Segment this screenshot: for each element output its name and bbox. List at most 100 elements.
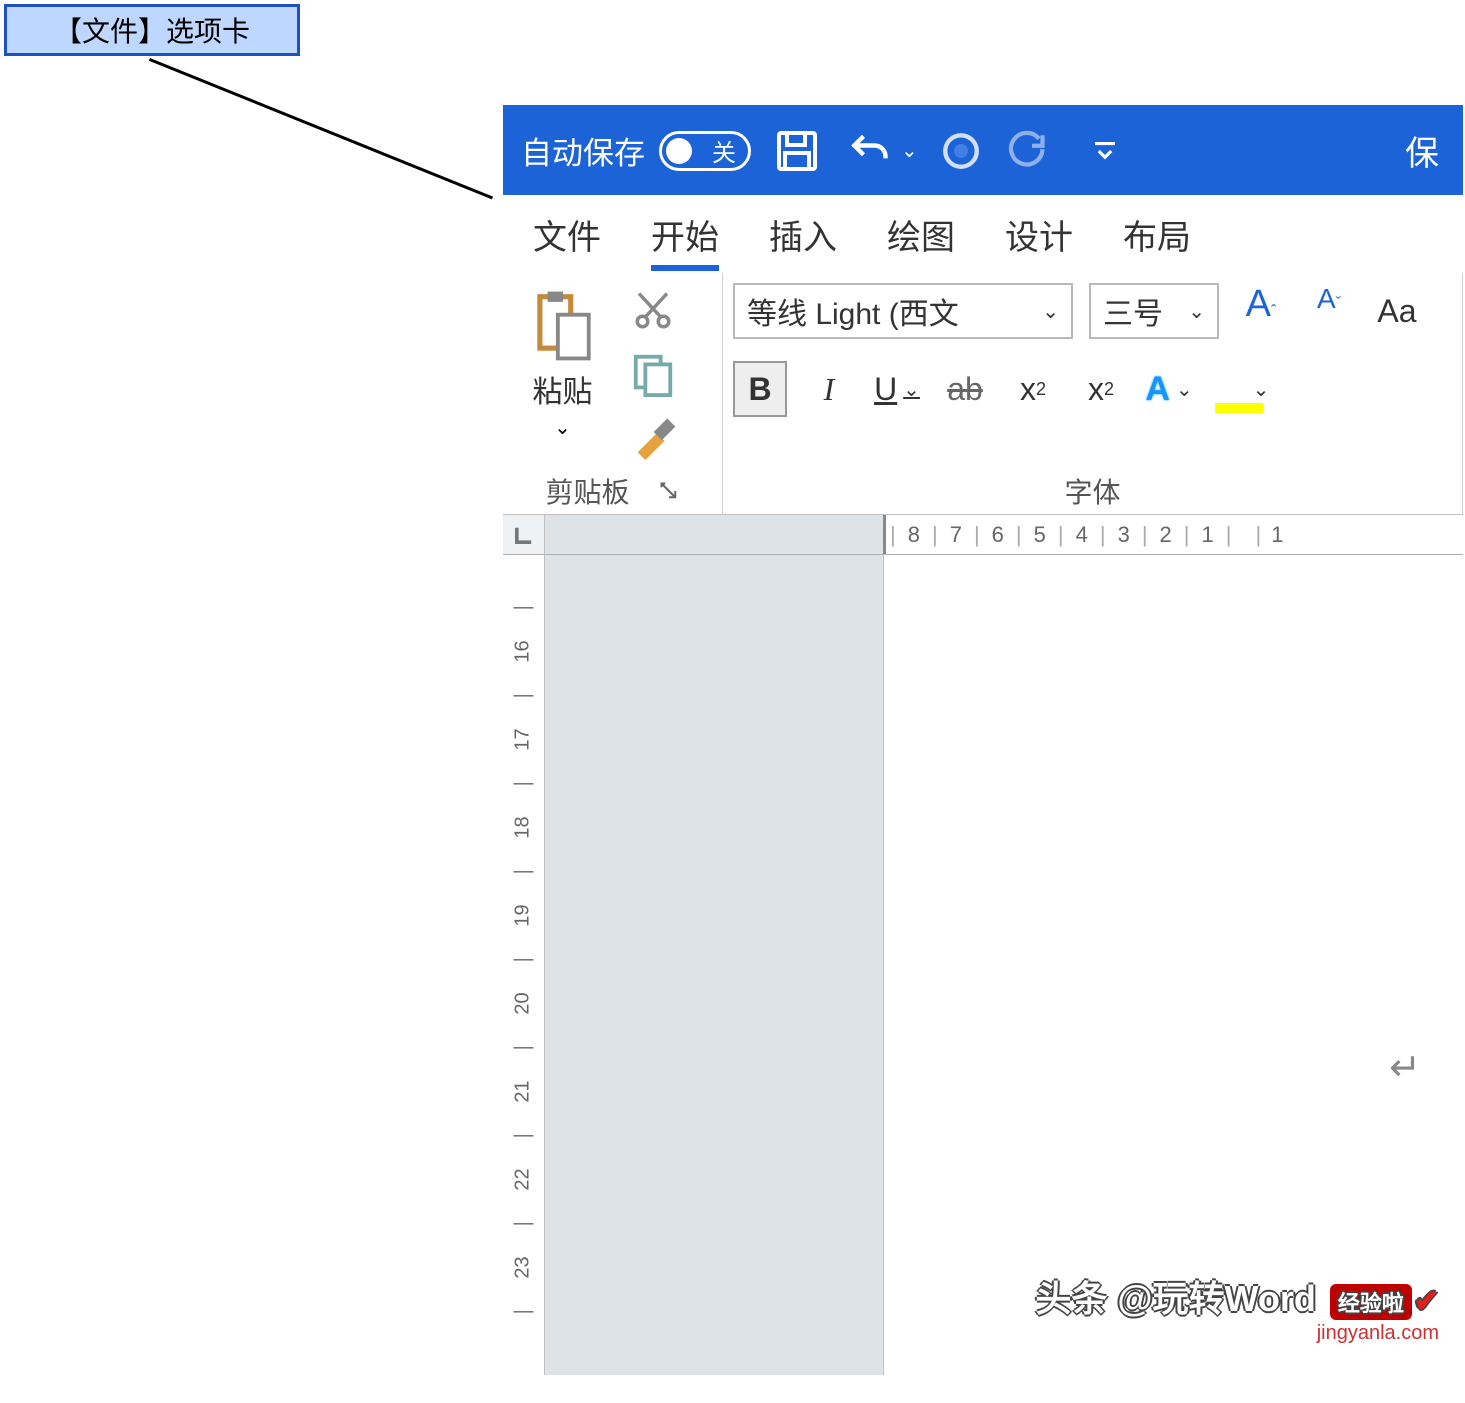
ruler-mark: 2 — [1160, 522, 1172, 548]
chevron-down-icon[interactable]: ⌄ — [1188, 299, 1205, 324]
shrink-a-label: A — [1317, 283, 1336, 315]
tab-label: 文件 — [533, 219, 601, 257]
paintbrush-icon — [630, 413, 676, 461]
ruler-mark: 5 — [1034, 522, 1046, 548]
ruler-corner[interactable] — [503, 515, 545, 554]
text-effects-button[interactable]: A ⌄ — [1143, 361, 1195, 417]
strikethrough-button[interactable]: ab — [939, 361, 991, 417]
chevron-down-icon[interactable]: ⌄ — [1253, 377, 1270, 402]
ruler-mark: 4 — [1076, 522, 1088, 548]
watermark: 头条 @玩转Word 经验啦✔ jingyanla.com — [1035, 1270, 1439, 1345]
ruler-mark: 8 — [908, 522, 920, 548]
tab-label: 开始 — [651, 219, 719, 257]
tab-insert[interactable]: 插入 — [769, 194, 837, 275]
subscript-x: x — [1020, 371, 1036, 408]
chevron-down-icon[interactable]: ⌄ — [903, 377, 920, 402]
grow-a-label: A — [1246, 283, 1271, 326]
ruler-mark: 1 — [1271, 522, 1283, 548]
dialog-launcher-icon[interactable] — [658, 480, 680, 502]
undo-button[interactable]: ⌄ — [843, 121, 918, 181]
highlight-button[interactable]: ⌄ — [1211, 361, 1269, 417]
change-case-button[interactable]: Aa — [1371, 283, 1423, 339]
cut-button[interactable] — [632, 287, 674, 340]
subscript-button[interactable]: x2 — [1007, 361, 1059, 417]
horizontal-ruler-area: | 8 | 7 | 6 | 5 | 4 | 3 | 2 | 1 | |1 — [503, 515, 1463, 555]
scissors-icon — [632, 287, 674, 335]
ruler-mark: 17 — [512, 728, 535, 750]
document-page[interactable]: ↵ — [883, 555, 1463, 1375]
font-name-value: 等线 Light (西文 — [747, 289, 959, 333]
document-area: — 16 — 17 — 18 — 19 — 20 — 21 — 22 — 23 … — [503, 555, 1463, 1375]
ruler-mark: 16 — [512, 640, 535, 662]
case-a-label: Aa — [1377, 293, 1416, 330]
ruler-mark: 3 — [1118, 522, 1130, 548]
callout-leader-line — [149, 58, 493, 199]
autosave-state: 关 — [712, 133, 736, 168]
title-right-label: 保 — [1405, 135, 1439, 173]
tab-label: 布局 — [1123, 219, 1191, 257]
autosave-label: 自动保存 — [521, 128, 645, 173]
shrink-font-button[interactable]: Aˇ — [1303, 283, 1355, 339]
vertical-ruler[interactable]: — 16 — 17 — 18 — 19 — 20 — 21 — 22 — 23 … — [503, 555, 545, 1375]
clipboard-group: 粘贴 ⌄ 剪贴板 — [503, 273, 723, 514]
format-painter-button[interactable] — [630, 413, 676, 466]
ruler-mark: 1 — [1202, 522, 1214, 548]
save-button[interactable] — [773, 121, 821, 181]
ribbon: 粘贴 ⌄ 剪贴板 — [503, 273, 1463, 515]
word-window: 自动保存 关 ⌄ 保 文件 开始 插入 绘图 设计 — [503, 105, 1463, 1375]
page-gutter — [545, 555, 883, 1375]
bold-label: B — [748, 371, 771, 408]
underline-button[interactable]: U ⌄ — [871, 361, 923, 417]
tab-file[interactable]: 文件 — [533, 194, 601, 275]
italic-button[interactable]: I — [803, 361, 855, 417]
strike-label: ab — [947, 371, 983, 408]
copy-icon — [630, 350, 676, 398]
ruler-mark: 22 — [512, 1168, 535, 1190]
callout-label: 【文件】选项卡 — [54, 10, 250, 50]
grow-font-button[interactable]: Aˆ — [1235, 283, 1287, 339]
bold-button[interactable]: B — [733, 361, 787, 417]
record-button[interactable] — [940, 121, 982, 181]
callout-file-tab: 【文件】选项卡 — [4, 4, 300, 56]
qat-customize-button[interactable] — [1090, 121, 1120, 181]
font-group: 等线 Light (西文 ⌄ 三号 ⌄ Aˆ Aˇ — [723, 273, 1463, 514]
ruler-mark: 6 — [992, 522, 1004, 548]
copy-button[interactable] — [630, 350, 676, 403]
superscript-2: 2 — [1104, 379, 1114, 400]
ruler-mark: 7 — [950, 522, 962, 548]
horizontal-ruler[interactable]: | 8 | 7 | 6 | 5 | 4 | 3 | 2 | 1 | |1 — [883, 515, 1463, 554]
tab-layout[interactable]: 布局 — [1123, 194, 1191, 275]
chevron-down-icon[interactable]: ⌄ — [1042, 299, 1059, 324]
chevron-down-icon[interactable]: ⌄ — [1176, 377, 1193, 402]
italic-label: I — [824, 371, 835, 408]
ribbon-tabs: 文件 开始 插入 绘图 设计 布局 — [503, 195, 1463, 273]
ruler-mark: 23 — [512, 1256, 535, 1278]
redo-button[interactable] — [1004, 121, 1046, 181]
tab-label: 设计 — [1005, 219, 1073, 257]
chevron-down-icon[interactable]: ⌄ — [901, 138, 918, 163]
tab-design[interactable]: 设计 — [1005, 194, 1073, 275]
autosave-toggle[interactable]: 关 — [659, 131, 751, 171]
highlight-color-swatch — [1215, 403, 1263, 413]
tab-label: 绘图 — [887, 219, 955, 257]
text-effect-label: A — [1145, 370, 1170, 409]
watermark-badge: 经验啦 — [1330, 1284, 1412, 1320]
tab-label: 插入 — [769, 219, 837, 257]
tab-home[interactable]: 开始 — [651, 194, 719, 275]
paste-label: 粘贴 — [533, 367, 593, 411]
watermark-url: jingyanla.com — [1035, 1322, 1439, 1345]
subscript-2: 2 — [1036, 379, 1046, 400]
autosave-control[interactable]: 自动保存 关 — [521, 128, 751, 173]
ruler-mark: 18 — [512, 816, 535, 838]
chevron-down-icon[interactable]: ⌄ — [554, 415, 571, 440]
font-group-label: 字体 — [1064, 471, 1120, 511]
font-name-combo[interactable]: 等线 Light (西文 ⌄ — [733, 283, 1073, 339]
ruler-mark: 21 — [512, 1080, 535, 1102]
watermark-text: 头条 @玩转Word — [1035, 1278, 1315, 1319]
title-bar: 自动保存 关 ⌄ 保 — [503, 106, 1463, 195]
superscript-button[interactable]: x2 — [1075, 361, 1127, 417]
paste-button[interactable]: 粘贴 ⌄ — [515, 281, 610, 468]
tab-draw[interactable]: 绘图 — [887, 194, 955, 275]
underline-label: U — [874, 371, 897, 408]
font-size-combo[interactable]: 三号 ⌄ — [1089, 283, 1219, 339]
